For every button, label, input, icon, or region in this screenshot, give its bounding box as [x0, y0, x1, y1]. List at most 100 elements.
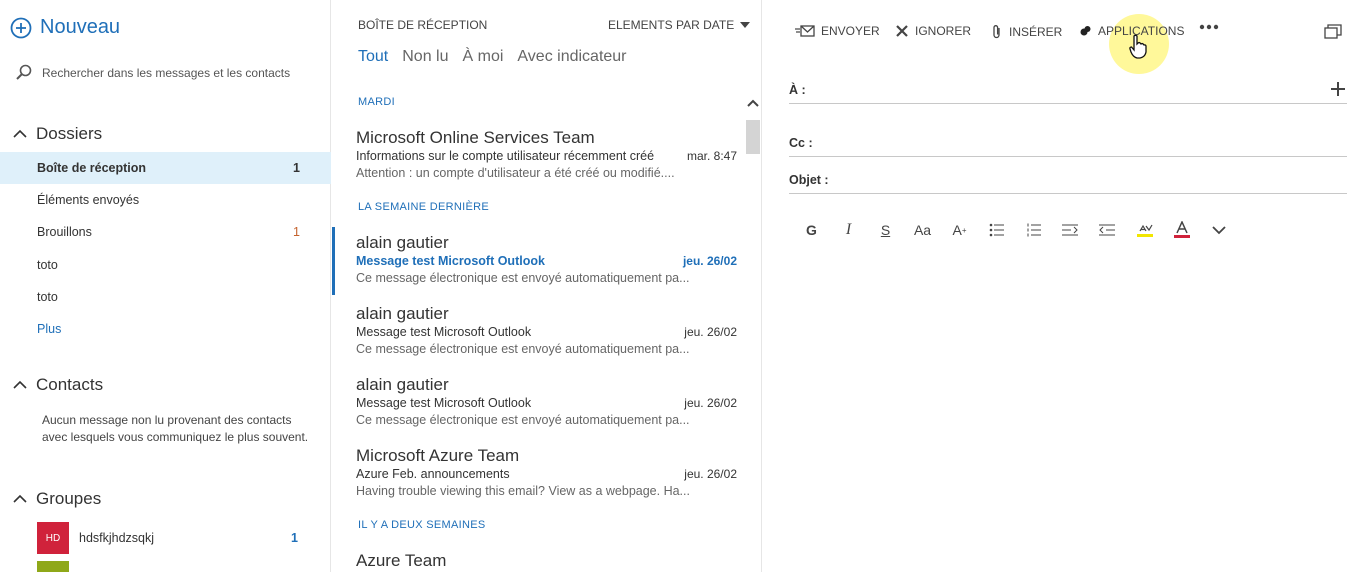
to-field[interactable]: À : — [789, 80, 1347, 104]
folder-unread-count: 1 — [293, 161, 300, 175]
send-icon — [795, 24, 815, 38]
folders-header: Dossiers — [36, 124, 103, 143]
new-message-button[interactable]: Nouveau — [10, 16, 120, 39]
message-date: jeu. 26/02 — [684, 396, 737, 410]
message-body-editor[interactable] — [789, 255, 1347, 555]
new-message-label: Nouveau — [40, 16, 121, 38]
to-input[interactable] — [806, 83, 1347, 103]
folder-toto-2[interactable]: toto — [0, 281, 331, 313]
group-avatar: HD — [37, 522, 69, 554]
bold-label: G — [806, 222, 817, 238]
add-recipient-button[interactable] — [1329, 80, 1347, 98]
groups-section-toggle[interactable]: Groupes — [12, 489, 101, 509]
cc-field[interactable]: Cc : — [789, 133, 1347, 157]
strikethrough-button[interactable]: S — [867, 219, 904, 241]
chevron-up-icon — [12, 126, 28, 142]
close-icon — [895, 24, 909, 38]
discard-label: IGNORER — [915, 24, 972, 38]
group-item[interactable] — [37, 561, 331, 572]
folder-toto-1[interactable]: toto — [0, 249, 331, 281]
compose-pane: ENVOYER IGNORER INSÉRER APPLICATIONS À : — [763, 0, 1366, 572]
numbered-list-button[interactable] — [1015, 219, 1052, 241]
more-dots-icon — [1199, 24, 1219, 30]
grow-font-button[interactable]: A + — [941, 219, 978, 241]
scroll-up-arrow[interactable] — [747, 98, 759, 108]
filter-tabs: Tout Non lu À moi Avec indicateur — [358, 48, 627, 66]
folder-label: toto — [37, 258, 58, 272]
selection-indicator — [332, 227, 335, 295]
message-row-selected[interactable]: alain gautier Message test Microsoft Out… — [332, 227, 744, 303]
highlight-button[interactable] — [1126, 219, 1163, 241]
filter-flagged[interactable]: Avec indicateur — [517, 48, 626, 66]
message-subject: Informations sur le compte utilisateur r… — [356, 149, 655, 163]
chevron-up-icon — [12, 491, 28, 507]
filter-unread[interactable]: Non lu — [402, 48, 448, 66]
message-subject: Azure Feb. announcements — [356, 467, 510, 481]
more-actions-button[interactable] — [1199, 24, 1219, 30]
message-sender: alain gautier — [356, 375, 449, 394]
subject-input[interactable] — [829, 173, 1347, 193]
message-sender: Microsoft Azure Team — [356, 446, 520, 465]
to-label: À : — [789, 83, 806, 97]
subject-field[interactable]: Objet : — [789, 170, 1347, 194]
message-row[interactable]: alain gautier Message test Microsoft Out… — [332, 375, 744, 445]
plus-circle-icon — [10, 17, 32, 39]
decrease-indent-button[interactable] — [1052, 219, 1089, 241]
cc-input[interactable] — [813, 136, 1347, 156]
group-name: hdsfkjhdzsqkj — [79, 531, 155, 545]
apps-icon — [1080, 25, 1092, 37]
message-date: mar. 8:47 — [686, 149, 737, 163]
bullet-list-button[interactable] — [978, 219, 1015, 241]
bold-button[interactable]: G — [793, 219, 830, 241]
increase-indent-icon — [1099, 224, 1116, 236]
subject-label: Objet : — [789, 173, 829, 187]
message-subject: Message test Microsoft Outlook — [356, 325, 532, 339]
grow-font-label: A — [952, 222, 962, 238]
message-preview: Attention : un compte d'utilisateur a ét… — [356, 166, 675, 180]
insert-button[interactable]: INSÉRER — [991, 24, 1062, 40]
italic-button[interactable]: I — [830, 219, 867, 241]
message-preview: Ce message électronique est envoyé autom… — [356, 413, 690, 427]
insert-label: INSÉRER — [1009, 25, 1063, 39]
paperclip-icon — [991, 24, 1003, 40]
folder-sent[interactable]: Éléments envoyés — [0, 184, 331, 216]
contacts-header: Contacts — [36, 375, 104, 394]
folder-inbox[interactable]: Boîte de réception 1 — [0, 152, 331, 184]
popout-window-icon — [1324, 24, 1342, 40]
folder-drafts[interactable]: Brouillons 1 — [0, 216, 331, 248]
message-row[interactable]: Microsoft Online Services Team Informati… — [332, 128, 744, 198]
message-sender: Microsoft Online Services Team — [356, 128, 595, 147]
group-item[interactable]: HD hdsfkjhdzsqkj 1 — [37, 522, 331, 554]
sort-dropdown[interactable]: ELEMENTS PAR DATE — [608, 18, 751, 32]
discard-button[interactable]: IGNORER — [895, 24, 971, 38]
message-row[interactable]: Azure Team — [332, 551, 744, 572]
message-row[interactable]: alain gautier Message test Microsoft Out… — [332, 304, 744, 374]
popout-button[interactable] — [1324, 24, 1342, 40]
send-button[interactable]: ENVOYER — [795, 24, 880, 38]
more-formatting-button[interactable] — [1200, 219, 1237, 241]
search-icon — [14, 63, 34, 83]
increase-indent-button[interactable] — [1089, 219, 1126, 241]
decrease-indent-icon — [1062, 224, 1079, 236]
folders-section-toggle[interactable]: Dossiers — [12, 124, 102, 144]
filter-to-me[interactable]: À moi — [463, 48, 504, 66]
send-label: ENVOYER — [821, 24, 880, 38]
message-subject: Message test Microsoft Outlook — [356, 254, 545, 268]
message-row[interactable]: Microsoft Azure Team Azure Feb. announce… — [332, 446, 744, 516]
filter-all[interactable]: Tout — [358, 48, 388, 66]
folder-draft-count: 1 — [293, 225, 300, 239]
font-size-button[interactable]: Aa — [904, 219, 941, 241]
bullet-list-icon — [989, 223, 1005, 237]
contacts-section-toggle[interactable]: Contacts — [12, 375, 103, 395]
chevron-down-icon — [1211, 225, 1226, 235]
scrollbar-thumb[interactable] — [746, 120, 760, 154]
folder-pane: Nouveau Rechercher dans les messages et … — [0, 0, 331, 572]
inbox-title: BOÎTE DE RÉCEPTION — [358, 18, 488, 32]
message-subject: Message test Microsoft Outlook — [356, 396, 532, 410]
font-size-label: Aa — [913, 222, 932, 238]
search-box[interactable]: Rechercher dans les messages et les cont… — [14, 63, 314, 83]
font-color-button[interactable] — [1163, 219, 1200, 241]
contacts-empty-message: Aucun message non lu provenant des conta… — [42, 413, 309, 444]
message-date: jeu. 26/02 — [682, 254, 737, 268]
folders-more-link[interactable]: Plus — [0, 313, 331, 345]
